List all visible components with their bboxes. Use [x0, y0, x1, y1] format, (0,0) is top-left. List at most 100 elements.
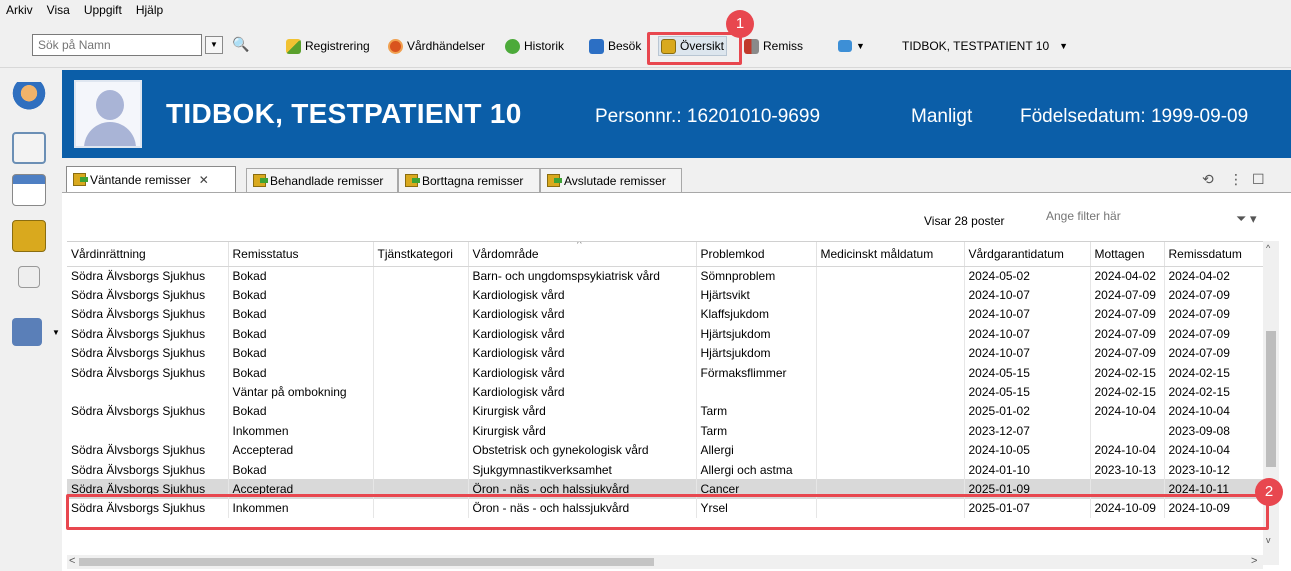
- table-cell: 2024-05-15: [964, 362, 1091, 383]
- table-cell: Södra Älvsborgs Sjukhus: [67, 459, 229, 480]
- column-header-remissdatum[interactable]: Remissdatum: [1164, 242, 1267, 267]
- table-cell: Sjukgymnastikverksamhet: [468, 459, 697, 480]
- table-cell: Södra Älvsborgs Sjukhus: [67, 324, 229, 344]
- patient-gender: Manligt: [911, 106, 973, 127]
- patient-search-icon[interactable]: [12, 82, 46, 114]
- calendar-clock-icon[interactable]: [12, 174, 46, 206]
- clipboard-icon[interactable]: [12, 132, 46, 164]
- menu-hjalp[interactable]: Hjälp: [134, 3, 165, 17]
- table-cell: Kardiologisk vård: [468, 362, 697, 383]
- table-cell: 2023-12-07: [964, 421, 1091, 441]
- besok-button[interactable]: Besök: [589, 36, 641, 56]
- column-header-vardinrattning[interactable]: Vårdinrättning: [67, 242, 229, 267]
- table-row[interactable]: Södra Älvsborgs Sjukhus Bokad Kardiologisk…: [67, 343, 1267, 363]
- table-row[interactable]: Södra Älvsborgs Sjukhus Bokad Kardiologisk…: [67, 285, 1267, 305]
- table-cell: 2024-10-07: [964, 304, 1091, 325]
- table-cell: 2024-05-15: [964, 382, 1091, 402]
- column-header-vardgarantidatum[interactable]: Vårdgarantidatum: [964, 242, 1091, 267]
- tab-behandlade-remisser[interactable]: Behandlade remisser: [246, 168, 398, 192]
- table-row[interactable]: Södra Älvsborgs Sjukhus Bokad Kardiologisk…: [67, 324, 1267, 344]
- table-cell: Bokad: [228, 343, 374, 363]
- scroll-left-icon[interactable]: <: [69, 555, 75, 567]
- table-cell: [816, 343, 965, 363]
- patient-selector[interactable]: TIDBOK, TESTPATIENT 10 ▼: [902, 36, 1068, 56]
- table-cell: Södra Älvsborgs Sjukhus: [67, 343, 229, 363]
- table-cell: 2025-01-02: [964, 401, 1091, 422]
- historik-button[interactable]: Historik: [505, 36, 564, 56]
- table-cell: [373, 266, 469, 286]
- patient-name: TIDBOK, TESTPATIENT 10: [166, 98, 522, 129]
- menu-arkiv[interactable]: Arkiv: [4, 3, 35, 17]
- table-row[interactable]: Inkommen Kirurgisk vård Tarm 2023-12-07 2023…: [67, 421, 1267, 441]
- vertical-scroll-thumb[interactable]: [1266, 331, 1276, 467]
- building-icon[interactable]: [12, 318, 42, 346]
- table-cell: 2024-10-05: [964, 440, 1091, 460]
- table-row[interactable]: Södra Älvsborgs Sjukhus Bokad Barn- och un…: [67, 266, 1267, 286]
- table-cell: [373, 285, 469, 305]
- table-row[interactable]: Södra Älvsborgs Sjukhus Bokad Kardiologisk…: [67, 304, 1267, 325]
- table-cell: [696, 382, 817, 402]
- table-cell: [373, 401, 469, 422]
- scroll-down-icon[interactable]: v: [1266, 535, 1271, 545]
- registrering-button[interactable]: Registrering: [286, 36, 370, 56]
- table-cell: [816, 421, 965, 441]
- table-cell: 2024-05-02: [964, 266, 1091, 286]
- horizontal-scroll-thumb[interactable]: [79, 558, 654, 566]
- sync-icon[interactable]: ⟲: [1202, 171, 1214, 188]
- column-header-problemkod[interactable]: Problemkod: [696, 242, 817, 267]
- remiss-button[interactable]: Remiss: [744, 36, 803, 56]
- column-header-remisstatus[interactable]: Remisstatus: [228, 242, 374, 267]
- tab-avslutade-remisser[interactable]: Avslutade remisser: [540, 168, 682, 192]
- referral-tab-icon: [547, 174, 562, 187]
- column-header-medicinskt-maldatum[interactable]: Medicinskt måldatum: [816, 242, 965, 267]
- table-row[interactable]: Väntar på ombokning Kardiologisk vård 2024…: [67, 382, 1267, 402]
- column-header-mottagen[interactable]: Mottagen: [1090, 242, 1165, 267]
- table-cell: [816, 440, 965, 460]
- column-header-tjanstkategori[interactable]: Tjänstkategori: [373, 242, 469, 267]
- checklist-icon[interactable]: [18, 266, 40, 288]
- more-options-icon[interactable]: ⋮: [1229, 171, 1243, 188]
- search-input[interactable]: [32, 34, 202, 56]
- table-row[interactable]: Södra Älvsborgs Sjukhus Bokad Kardiologisk…: [67, 362, 1267, 383]
- search-dropdown-button[interactable]: ▼: [205, 36, 223, 54]
- scroll-up-icon[interactable]: ^: [1266, 243, 1270, 253]
- table-cell: Bokad: [228, 285, 374, 305]
- table-cell: 2024-10-07: [964, 324, 1091, 344]
- tab-borttagna-remisser[interactable]: Borttagna remisser: [398, 168, 540, 192]
- search-icon[interactable]: 🔍: [232, 35, 250, 53]
- window-menu-button[interactable]: ▼: [838, 36, 865, 56]
- clock-icon: [388, 38, 403, 54]
- column-header-vardomrade[interactable]: Vårdområde: [468, 242, 697, 267]
- chevron-down-icon[interactable]: ▼: [52, 328, 60, 337]
- referral-tab-icon: [73, 173, 88, 186]
- filter-icon[interactable]: ⏷ ▾: [1236, 211, 1257, 227]
- table-cell: 2024-07-09: [1090, 343, 1165, 363]
- table-row[interactable]: Södra Älvsborgs Sjukhus Bokad Kirurgisk vå…: [67, 401, 1267, 422]
- menu-uppgift[interactable]: Uppgift: [82, 3, 124, 17]
- table-cell: Allergi och astma: [696, 459, 817, 480]
- table-cell: Hjärtsvikt: [696, 285, 817, 305]
- table-cell: Kirurgisk vård: [468, 401, 697, 422]
- horizontal-scrollbar[interactable]: < >: [67, 555, 1263, 569]
- table-cell: [373, 440, 469, 460]
- referral-tab-icon: [253, 174, 268, 187]
- tab-vantande-remisser[interactable]: Väntande remisser ✕: [66, 166, 236, 192]
- table-row[interactable]: Södra Älvsborgs Sjukhus Bokad Sjukgymnasti…: [67, 459, 1267, 480]
- table-cell: 2023-09-08: [1164, 421, 1267, 441]
- table-cell: Accepterad: [228, 440, 374, 460]
- table-row[interactable]: Södra Älvsborgs Sjukhus Accepterad Obstetr…: [67, 440, 1267, 460]
- vardhandelser-button[interactable]: Vårdhändelser: [388, 36, 485, 56]
- menu-visa[interactable]: Visa: [45, 3, 72, 17]
- referral-icon: [744, 38, 759, 54]
- close-icon[interactable]: ✕: [199, 173, 209, 187]
- table-cell: [816, 401, 965, 422]
- table-cell: [67, 382, 229, 402]
- table-cell: Kardiologisk vård: [468, 382, 697, 402]
- table-cell: [816, 324, 965, 344]
- referral-inbox-icon[interactable]: [12, 220, 46, 252]
- scroll-right-icon[interactable]: >: [1251, 555, 1257, 567]
- table-cell: 2024-07-09: [1164, 343, 1267, 363]
- maximize-icon[interactable]: ☐: [1252, 171, 1265, 188]
- table-cell: 2024-04-02: [1164, 266, 1267, 286]
- tab-label: Väntande remisser: [90, 172, 191, 187]
